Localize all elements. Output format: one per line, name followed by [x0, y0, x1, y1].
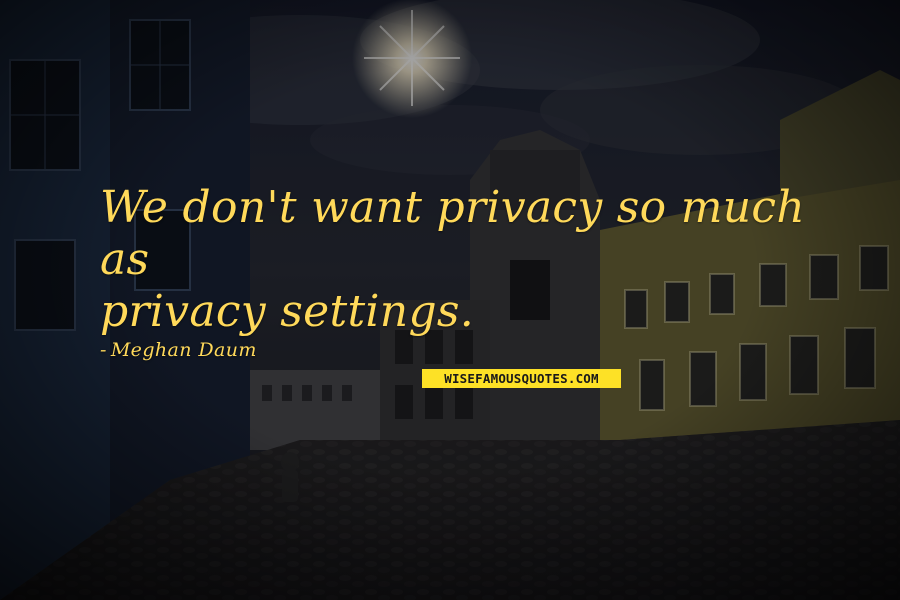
watermark-badge: WISEFAMOUSQUOTES.COM: [422, 369, 621, 388]
quote-author: - Meghan Daum: [100, 338, 257, 362]
author-dash: -: [100, 339, 107, 361]
author-name: Meghan Daum: [110, 339, 257, 361]
quote-text: We don't want privacy so much as privacy…: [100, 182, 805, 337]
quote-image: We don't want privacy so much as privacy…: [0, 0, 900, 600]
watermark-text: WISEFAMOUSQUOTES.COM: [444, 371, 599, 386]
